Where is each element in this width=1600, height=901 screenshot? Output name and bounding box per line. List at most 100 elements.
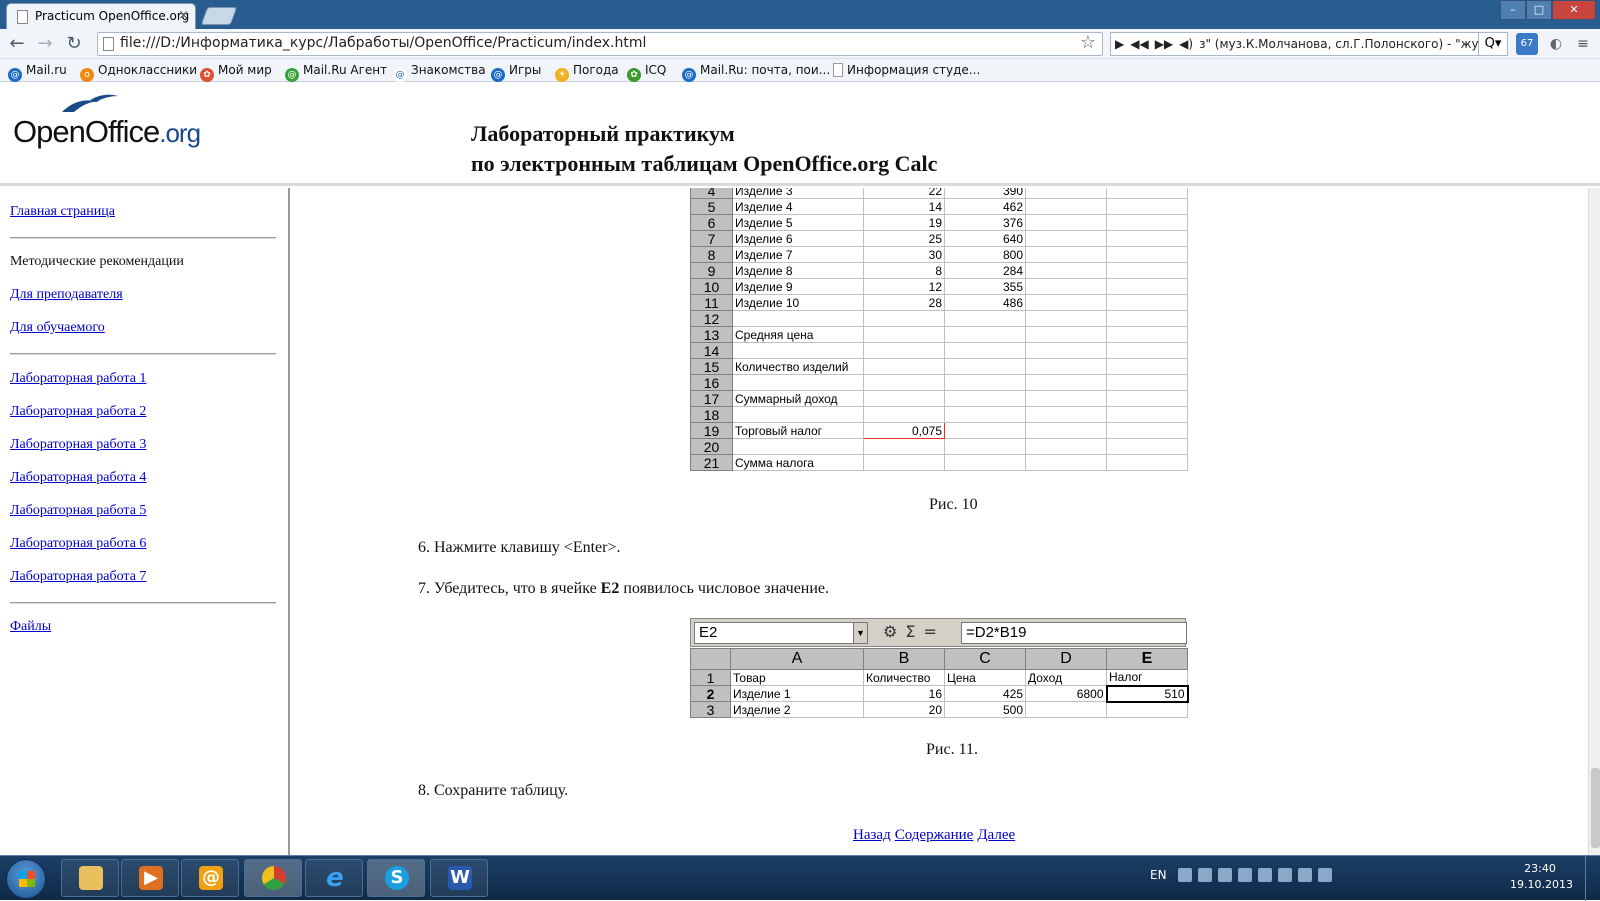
wrench-menu-icon[interactable]: ≡ xyxy=(1572,33,1594,55)
table-cell xyxy=(1025,310,1107,327)
battery-icon[interactable] xyxy=(1298,868,1313,882)
show-desktop-button[interactable] xyxy=(1585,856,1600,901)
extension-badge-icon[interactable]: 67 xyxy=(1516,33,1538,55)
bookmark-mailru-pochta[interactable]: @ Mail.Ru: почта, пои... xyxy=(682,63,830,82)
taskbar-word[interactable]: W xyxy=(430,859,488,897)
maximize-button[interactable]: □ xyxy=(1526,0,1552,20)
forward-arrow-icon[interactable]: → xyxy=(34,33,56,55)
bookmark-znakomstva[interactable]: @ Знакомства xyxy=(393,63,486,82)
media-player-bar[interactable]: ▶ ◀◀ ▶▶ ◀) з" (муз.К.Молчанова, сл.Г.Полонск… xyxy=(1110,32,1480,56)
sidebar-item-files[interactable]: Файлы xyxy=(10,619,51,635)
formula-input[interactable]: =D2*B19 xyxy=(961,622,1187,644)
table-row: 1 Товар Количество Цена Доход Налог xyxy=(690,669,1188,686)
bookmark-agent[interactable]: @ Mail.Ru Агент xyxy=(285,63,387,82)
network-icon[interactable] xyxy=(1198,868,1213,882)
address-bar[interactable]: file:///D:/Информатика_курс/Лабработы/Op… xyxy=(97,32,1103,56)
clock[interactable]: 23:40 19.10.2013 xyxy=(1510,861,1573,893)
scrollbar[interactable] xyxy=(1588,188,1600,855)
system-tray: EN xyxy=(1150,868,1338,882)
bookmark-mailru[interactable]: @ Mail.ru xyxy=(8,63,67,82)
taskbar-explorer[interactable] xyxy=(61,859,119,897)
rewind-icon[interactable]: ◀◀ xyxy=(1130,37,1148,51)
bookmark-igry[interactable]: @ Игры xyxy=(491,63,541,82)
update-icon[interactable] xyxy=(1258,868,1273,882)
sidebar-item-lab-7[interactable]: Лабораторная работа 7 xyxy=(10,569,146,585)
help-icon[interactable] xyxy=(1178,868,1193,882)
scrollbar-thumb[interactable] xyxy=(1591,768,1600,848)
row-header: 9 xyxy=(690,262,733,279)
row-header: 12 xyxy=(690,310,733,327)
minimize-button[interactable]: – xyxy=(1500,0,1526,20)
table-cell xyxy=(1106,294,1188,311)
table-cell: Изделие 3 xyxy=(732,188,864,199)
table-cell xyxy=(1106,188,1188,199)
sidebar-item-home[interactable]: Главная страница xyxy=(10,204,115,220)
close-window-button[interactable]: ✕ xyxy=(1552,0,1596,20)
table-cell xyxy=(944,374,1026,391)
table-cell xyxy=(1106,454,1188,471)
profile-icon[interactable]: ◐ xyxy=(1545,33,1567,55)
taskbar-media-player[interactable]: ▶ xyxy=(121,859,179,897)
bookmark-star-icon[interactable]: ☆ xyxy=(1080,33,1096,53)
language-indicator[interactable]: EN xyxy=(1150,868,1167,882)
table-cell xyxy=(863,326,945,343)
new-tab-button[interactable] xyxy=(200,7,238,25)
browser-tab[interactable]: Practicum OpenOffice.org × xyxy=(6,3,196,29)
column-header: C xyxy=(944,648,1026,670)
row-header: 16 xyxy=(690,374,733,391)
nav-next-link[interactable]: Далее xyxy=(977,827,1015,843)
sidebar-item-lab-3[interactable]: Лабораторная работа 3 xyxy=(10,437,146,453)
taskbar-chrome[interactable] xyxy=(244,859,302,897)
table-cell: 0,075 xyxy=(863,422,945,439)
media-player-icon: ▶ xyxy=(139,866,163,890)
table-cell xyxy=(944,422,1026,439)
bookmark-moy-mir[interactable]: ✿ Мой мир xyxy=(200,63,272,82)
table-row: 13 Средняя цена xyxy=(690,326,1188,343)
divider xyxy=(10,237,276,239)
sidebar-item-lab-2[interactable]: Лабораторная работа 2 xyxy=(10,404,146,420)
table-cell xyxy=(863,374,945,391)
mail-tray-icon[interactable] xyxy=(1278,868,1293,882)
reload-icon[interactable]: ↻ xyxy=(63,33,85,55)
row-header: 6 xyxy=(690,214,733,231)
table-row: 19 Торговый налог 0,075 xyxy=(690,422,1188,439)
speaker-icon[interactable]: ◀) xyxy=(1179,37,1193,51)
play-icon[interactable]: ▶ xyxy=(1115,37,1124,51)
sidebar-item-teacher[interactable]: Для преподавателя xyxy=(10,287,123,303)
flag-icon[interactable] xyxy=(1218,868,1233,882)
name-box[interactable]: E2 ▼ xyxy=(694,622,868,644)
table-cell xyxy=(1025,188,1107,199)
bookmark-icq[interactable]: ✿ ICQ xyxy=(627,63,666,82)
nav-contents-link[interactable]: Содержание xyxy=(895,827,974,843)
sidebar-item-lab-6[interactable]: Лабораторная работа 6 xyxy=(10,536,146,552)
row-header: 14 xyxy=(690,342,733,359)
search-icon[interactable]: Q▾ xyxy=(1478,32,1508,56)
taskbar-mail-agent[interactable]: @ xyxy=(181,859,239,897)
table-row: 9 Изделие 8 8 284 xyxy=(690,262,1188,279)
table-row: 5 Изделие 4 14 462 xyxy=(690,198,1188,215)
sidebar-item-lab-4[interactable]: Лабораторная работа 4 xyxy=(10,470,146,486)
bookmark-odnoklassniki[interactable]: o Одноклассники xyxy=(80,63,197,82)
taskbar-skype[interactable]: S xyxy=(367,859,425,897)
fast-forward-icon[interactable]: ▶▶ xyxy=(1155,37,1173,51)
table-cell xyxy=(1106,701,1188,718)
volume-icon[interactable] xyxy=(1318,868,1333,882)
row-header: 8 xyxy=(690,246,733,263)
close-tab-icon[interactable]: × xyxy=(178,8,189,23)
sidebar-item-lab-5[interactable]: Лабораторная работа 5 xyxy=(10,503,146,519)
table-cell xyxy=(863,454,945,471)
taskbar-ie[interactable]: e xyxy=(305,859,363,897)
table-cell: Изделие 8 xyxy=(732,262,864,279)
start-button[interactable] xyxy=(6,859,46,899)
sidebar-item-lab-1[interactable]: Лабораторная работа 1 xyxy=(10,371,146,387)
table-cell: 390 xyxy=(944,188,1026,199)
column-header: B xyxy=(863,648,945,670)
back-arrow-icon[interactable]: ← xyxy=(6,33,28,55)
chevron-down-icon[interactable]: ▼ xyxy=(853,623,867,643)
nav-back-link[interactable]: Назад xyxy=(853,827,891,843)
bookmark-pogoda[interactable]: ☀ Погода xyxy=(555,63,619,82)
bluetooth-icon[interactable] xyxy=(1238,868,1253,882)
sidebar-item-student[interactable]: Для обучаемого xyxy=(10,320,105,336)
bookmark-info[interactable]: Информация студе... xyxy=(833,63,980,77)
table-cell xyxy=(732,374,864,391)
